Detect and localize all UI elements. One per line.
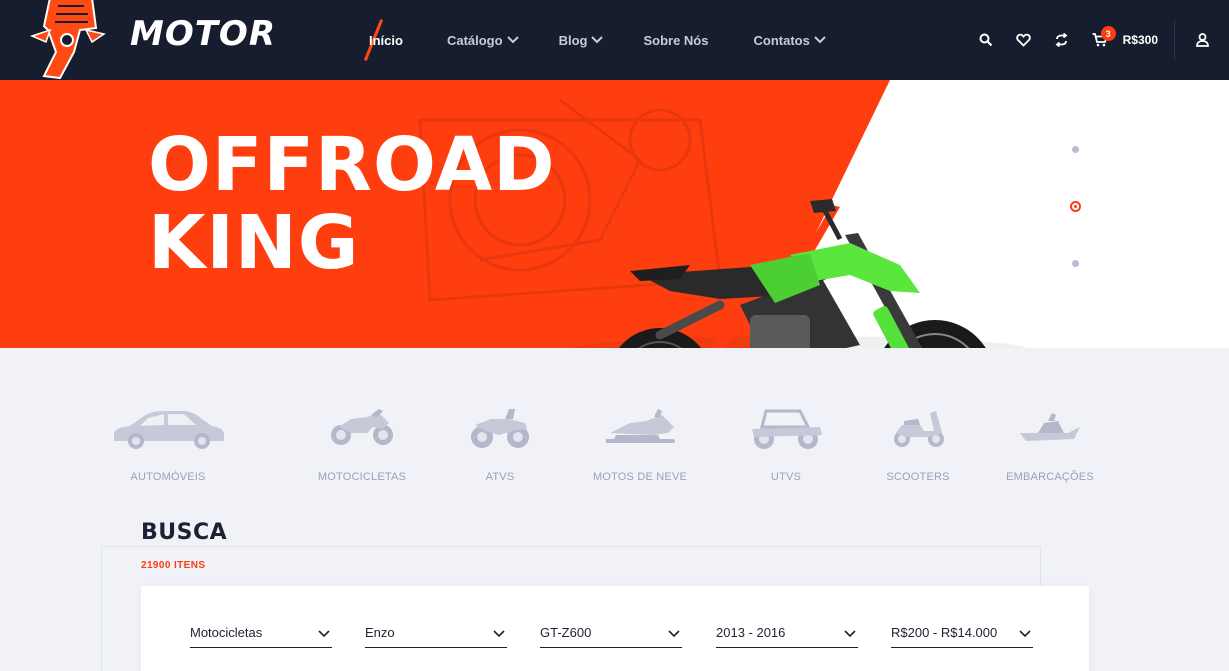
header-divider	[1174, 20, 1175, 60]
category-utvs[interactable]: UTVS	[716, 405, 856, 483]
category-label: MOTOCICLETAS	[317, 471, 407, 483]
category-label: ATVS	[485, 471, 515, 483]
hero-slider: OFFROAD KING	[0, 80, 1229, 348]
nav-item-catalogo[interactable]: Catálogo	[447, 33, 519, 48]
wishlist-button[interactable]	[1005, 0, 1043, 80]
chevron-down-icon	[591, 36, 604, 44]
category-label: UTVS	[770, 471, 802, 483]
category-label: MOTOS DE NEVE	[592, 471, 688, 483]
heart-icon	[1016, 33, 1031, 47]
motorcycle-icon	[331, 409, 393, 445]
slider-dot-1[interactable]	[1068, 142, 1082, 156]
filter-category-select[interactable]: Motocicletas	[190, 618, 332, 648]
search-title: BUSCA	[141, 520, 228, 545]
category-motos-de-neve[interactable]: MOTOS DE NEVE	[570, 405, 710, 483]
category-label: SCOOTERS	[886, 471, 950, 483]
cart-button[interactable]: 3	[1081, 0, 1119, 80]
chevron-down-icon	[668, 630, 680, 638]
chevron-down-icon	[506, 36, 519, 44]
filter-brand-select[interactable]: Enzo	[365, 618, 507, 648]
category-label: AUTOMÓVEIS	[130, 471, 206, 483]
search-title-wrap: BUSCA	[126, 520, 246, 545]
user-icon	[1195, 33, 1209, 47]
search-button[interactable]	[967, 0, 1005, 80]
hero-line-1: OFFROAD	[148, 122, 556, 208]
cart-count-badge: 3	[1100, 26, 1116, 41]
site-header: MOTOR Início Catálogo Blog Sobre Nós Con…	[0, 0, 1229, 80]
chevron-down-icon	[814, 36, 826, 44]
main-nav: Início Catálogo Blog Sobre Nós Contatos	[369, 0, 826, 80]
atv-icon	[471, 409, 529, 448]
select-value: 2013 - 2016	[716, 625, 786, 640]
car-icon	[114, 411, 224, 449]
category-label: EMBARCAÇÕES	[1006, 471, 1094, 483]
category-automoveis[interactable]: AUTOMÓVEIS	[98, 405, 238, 483]
nav-item-label: Catálogo	[446, 32, 503, 48]
category-embarcacoes[interactable]: EMBARCAÇÕES	[980, 405, 1120, 483]
brand-wordmark: MOTOR	[130, 14, 277, 54]
filter-year-select[interactable]: 2013 - 2016	[716, 618, 858, 648]
compare-icon	[1055, 33, 1068, 47]
slider-dot-2[interactable]	[1068, 199, 1082, 213]
select-value: GT-Z600	[540, 625, 592, 640]
cart-total[interactable]: R$300	[1123, 33, 1158, 47]
chevron-down-icon	[318, 630, 330, 638]
header-tools: 3 R$300	[967, 0, 1229, 80]
category-atvs[interactable]: ATVS	[430, 405, 570, 483]
nav-item-blog[interactable]: Blog	[559, 33, 604, 48]
nav-item-label: Início	[369, 32, 403, 48]
brand-logo[interactable]: MOTOR	[22, 0, 275, 80]
nav-item-label: Blog	[558, 32, 588, 48]
category-scooters[interactable]: SCOOTERS	[848, 405, 988, 483]
nav-item-inicio[interactable]: Início	[369, 33, 403, 48]
nav-item-sobre-nos[interactable]: Sobre Nós	[643, 33, 708, 48]
filter-model-select[interactable]: GT-Z600	[540, 618, 682, 648]
select-value: R$200 - R$14.000	[891, 625, 998, 640]
utv-icon	[752, 409, 822, 449]
search-result-count: 21900 ITENS	[141, 560, 206, 571]
nav-item-label: Contatos	[753, 32, 810, 48]
filter-price-select[interactable]: R$200 - R$14.000	[891, 618, 1033, 648]
nav-item-contatos[interactable]: Contatos	[753, 32, 826, 48]
compare-button[interactable]	[1043, 0, 1081, 80]
dirt-bike-image	[619, 199, 986, 348]
slider-dot-3[interactable]	[1068, 256, 1082, 270]
hero-line-2: KING	[148, 200, 360, 286]
select-value: Motocicletas	[190, 625, 263, 640]
piston-icon	[29, 0, 106, 80]
scooter-icon	[894, 411, 944, 447]
search-icon	[979, 33, 992, 47]
account-button[interactable]	[1183, 0, 1221, 80]
chevron-down-icon	[844, 630, 856, 638]
search-filter-card: Motocicletas Enzo GT-Z600 2013 - 2016 R$…	[141, 586, 1089, 671]
boat-icon	[1020, 413, 1080, 441]
chevron-down-icon	[493, 630, 505, 638]
nav-item-label: Sobre Nós	[643, 32, 709, 48]
snowmobile-icon	[606, 409, 675, 443]
hero-headline: OFFROAD KING	[148, 126, 556, 282]
select-value: Enzo	[365, 625, 395, 640]
chevron-down-icon	[1019, 630, 1031, 638]
category-bar: AUTOMÓVEIS MOTOCICLETAS ATVS MOTOS DE NE…	[114, 405, 1120, 495]
category-motocicletas[interactable]: MOTOCICLETAS	[292, 405, 432, 483]
